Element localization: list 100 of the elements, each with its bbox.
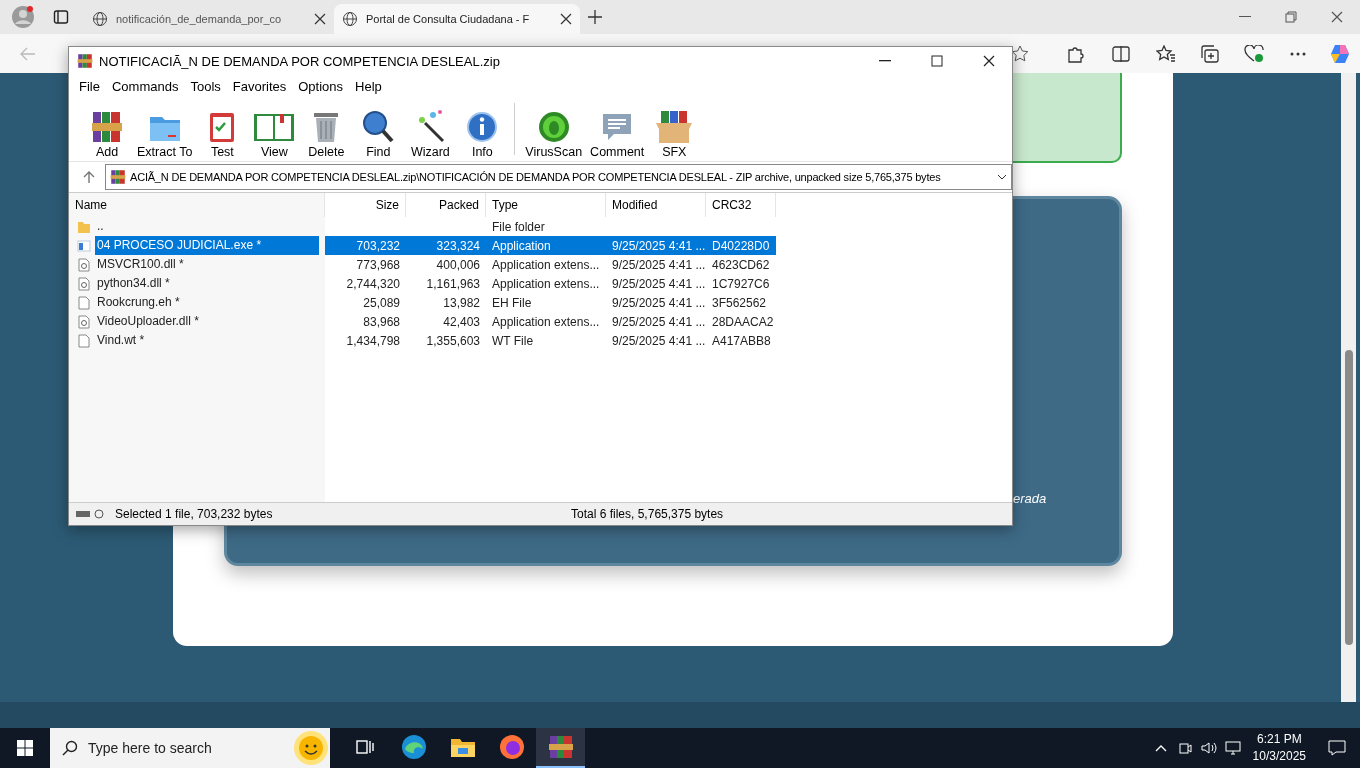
toolbar-button[interactable]: VirusScan	[521, 109, 587, 159]
table-cell-text: 4623CD62	[711, 256, 771, 274]
favorite-star-icon[interactable]	[1011, 44, 1030, 63]
archiver-icon	[77, 53, 93, 69]
firefox-icon	[498, 734, 525, 760]
table-cell-text: 42,403	[442, 313, 481, 331]
taskbar-app[interactable]	[536, 728, 585, 768]
status-text: Total 6 files, 5,765,375 bytes	[571, 507, 724, 521]
notification-icon[interactable]	[1328, 740, 1346, 756]
search-field[interactable]: Type here to search	[50, 728, 330, 768]
table-cell-text: 3F562562	[711, 294, 768, 312]
menu-item[interactable]: Options	[292, 78, 350, 94]
column-header[interactable]: Packed	[406, 193, 486, 217]
table-cell: 703,232	[325, 236, 406, 255]
table-cell-text: 9/25/2025 4:41 ...	[611, 275, 706, 293]
task-view-icon	[354, 738, 375, 756]
table-cell-text: 83,968	[362, 313, 401, 331]
table-cell-text: 9/25/2025 4:41 ...	[611, 256, 706, 274]
toolbar-button[interactable]: Test	[196, 109, 249, 159]
extensions-icon[interactable]	[1066, 44, 1084, 63]
close-icon	[314, 13, 326, 25]
column-header[interactable]: Name	[69, 193, 325, 217]
clock-date: 10/3/2025	[1252, 748, 1306, 765]
column-header[interactable]: Size	[325, 193, 406, 217]
more-icon[interactable]	[1290, 51, 1306, 56]
close-icon	[1331, 11, 1343, 23]
gear-file-icon	[77, 276, 91, 291]
table-cell-text: Application extens...	[491, 313, 601, 331]
close-icon	[560, 13, 572, 25]
copilot-icon[interactable]	[1329, 42, 1351, 65]
file-name[interactable]: Vind.wt *	[69, 331, 325, 350]
column-header[interactable]: CRC32	[706, 193, 776, 217]
network-icon[interactable]	[1224, 741, 1241, 755]
folder-icon	[449, 736, 476, 758]
menu-item[interactable]: Favorites	[226, 78, 293, 94]
scrollbar-thumb[interactable]	[1344, 350, 1353, 645]
toolbar-button[interactable]: Comment	[586, 109, 649, 159]
file-name[interactable]: VideoUploader.dll *	[69, 312, 325, 331]
table-cell-text: 13,982	[442, 294, 481, 312]
chevron-up-icon[interactable]	[1154, 744, 1167, 752]
toolbar-button[interactable]: SFX	[648, 109, 701, 159]
toolbar-button[interactable]: Info	[456, 109, 509, 159]
file-name[interactable]: python34.dll *	[69, 274, 325, 293]
archiver-icon	[547, 734, 574, 760]
menu-item[interactable]: Tools	[184, 78, 227, 94]
table-cell-text: 2,744,320	[345, 275, 401, 293]
minimize-icon[interactable]	[1239, 16, 1251, 18]
table-cell-text: 9/25/2025 4:41 ...	[611, 294, 706, 312]
gear-file-icon	[77, 257, 91, 272]
profile-avatar-icon[interactable]	[11, 5, 35, 29]
close-icon	[983, 55, 995, 67]
collections-icon[interactable]	[1201, 44, 1219, 63]
menu-item[interactable]: Commands	[105, 78, 185, 94]
table-cell: Application	[486, 236, 606, 255]
toolbar-button[interactable]: Wizard	[404, 109, 457, 159]
window-title: NOTIFICACIÃ_N DE DEMANDA POR COMPETENCIA DESLEAL.zip	[99, 53, 501, 69]
info-icon	[465, 109, 500, 145]
volume-icon[interactable]	[1200, 741, 1217, 755]
browser-tab[interactable]: Portal de Consulta Ciudadana - F	[334, 4, 580, 34]
table-cell: 9/25/2025 4:41 ...	[606, 236, 706, 255]
menu-item[interactable]: Help	[349, 78, 388, 94]
table-cell-text: 25,089	[362, 294, 401, 312]
browser-tab[interactable]: notificación_de_demanda_por_co	[84, 4, 334, 34]
meet-icon[interactable]	[1177, 741, 1192, 755]
file-name[interactable]: Rookcrung.eh *	[69, 293, 325, 312]
clock-time: 6:21 PM	[1256, 731, 1302, 748]
table-cell-text: WT File	[491, 332, 535, 350]
table-cell-text: EH File	[491, 294, 533, 312]
restore-icon[interactable]	[1285, 11, 1297, 23]
column-header[interactable]: Modified	[606, 193, 706, 217]
globe-icon	[342, 11, 358, 27]
toolbar-button[interactable]: Extract To	[133, 109, 197, 159]
menu-item[interactable]: File	[73, 78, 106, 94]
toolbar-button[interactable]: Delete	[300, 109, 353, 159]
toolbar-button[interactable]: View	[248, 109, 301, 159]
health-icon[interactable]	[1244, 44, 1264, 63]
up-arrow-icon[interactable]	[83, 171, 95, 183]
table-cell-text: Application extens...	[491, 256, 601, 274]
sun-icon	[292, 729, 330, 767]
split-screen-icon[interactable]	[1112, 45, 1130, 62]
toolbar-button[interactable]: Add	[81, 109, 133, 159]
search-icon	[62, 740, 78, 756]
archiver-icon	[110, 169, 126, 185]
file-name[interactable]: ..	[69, 217, 325, 236]
file-icon	[77, 333, 91, 348]
table-cell-text: A417ABB8	[711, 332, 772, 350]
tab-actions-icon[interactable]	[53, 9, 69, 25]
path-field[interactable]: ACIÃ_N DE DEMANDA POR COMPETENCIA DESLEAL.zip\NOTIFICACIÓN DE DEMANDA POR COMPETENCIA DESLEAL - ZIP archive, unpacked size 5,765,375 bytes	[105, 164, 1012, 190]
table-cell-text: 9/25/2025 4:41 ...	[611, 332, 706, 350]
toolbar-button[interactable]: Find	[352, 109, 405, 159]
file-name[interactable]: MSVCR100.dll *	[69, 255, 325, 274]
column-header[interactable]: Type	[486, 193, 606, 217]
maximize-icon[interactable]	[931, 55, 943, 67]
table-cell-text: 9/25/2025 4:41 ...	[611, 313, 706, 331]
minimize-icon[interactable]	[879, 60, 891, 62]
gear-file-icon	[77, 314, 91, 329]
favorites-icon[interactable]	[1156, 44, 1176, 63]
magnifier-icon	[361, 109, 396, 145]
new-tab-icon[interactable]	[588, 10, 602, 24]
start-icon[interactable]	[17, 740, 33, 756]
